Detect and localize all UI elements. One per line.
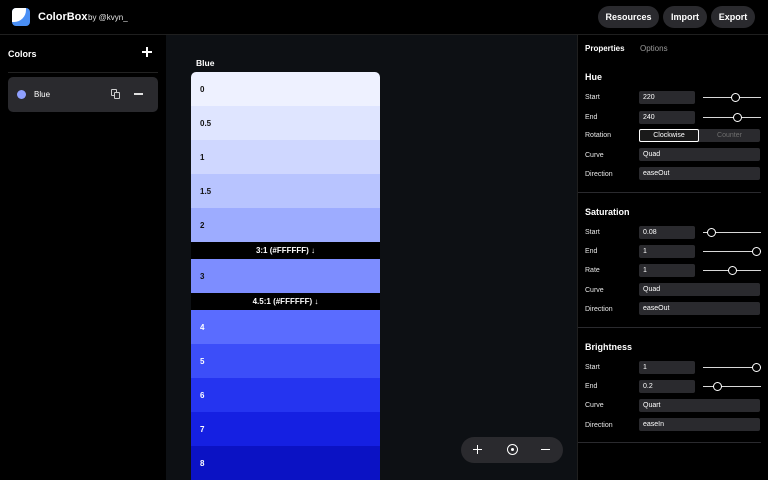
swatch-label: 0.5 [200,119,212,128]
swatch-1[interactable]: 1 [191,140,380,174]
recenter-icon[interactable] [507,444,518,455]
tab-properties[interactable]: Properties [585,44,625,53]
saturation-end-input[interactable]: 1 [639,245,695,258]
color-item-label: Blue [34,90,51,99]
swatch-label: 2 [200,221,205,230]
swatch-label: 3 [200,272,205,281]
section-divider [578,327,761,328]
brightness-end-slider[interactable] [703,386,761,388]
swatch-label: 5 [200,357,205,366]
brightness-start-label: Start [585,364,600,371]
add-color-icon[interactable] [141,46,153,58]
hue-curve-label: Curve [585,152,604,159]
top-bar: ColorBox by @kvyn_ Resources Import Expo… [0,0,768,35]
swatch-label: 1 [200,153,205,162]
saturation-rate-input[interactable]: 1 [639,264,695,277]
swatch-label: 8 [200,459,205,468]
saturation-start-label: Start [585,229,600,236]
hue-heading: Hue [585,72,603,82]
swatch-5[interactable]: 5 [191,344,380,378]
hue-end-label: End [585,114,598,121]
brightness-end-slider-knob[interactable] [712,382,722,391]
rotation-toggle: Clockwise Counter [639,129,760,142]
section-divider [578,442,761,443]
saturation-end-label: End [585,248,598,255]
saturation-start-slider-knob[interactable] [706,228,716,237]
brightness-curve-label: Curve [585,402,604,409]
hue-start-slider-knob[interactable] [731,93,741,102]
saturation-direction-select[interactable]: easeOut [639,302,760,315]
palette-title: Blue [196,58,215,68]
contrast-marker-4-5-1: 4.5:1 (#FFFFFF) ↓ [191,293,380,310]
contrast-marker-3-1: 3:1 (#FFFFFF) ↓ [191,242,380,259]
saturation-end-slider-knob[interactable] [752,247,761,256]
brightness-start-input[interactable]: 1 [639,361,695,374]
swatch-label: 6 [200,391,205,400]
hue-end-slider-knob[interactable] [732,113,742,122]
saturation-heading: Saturation [585,207,630,217]
hue-start-label: Start [585,94,600,101]
palette-canvas[interactable]: Blue 0 0.5 1 1.5 2 3:1 (#FFFFFF) ↓ 3 4.5… [166,35,577,480]
duplicate-icon[interactable] [111,89,121,100]
author-byline[interactable]: by @kvyn_ [88,13,128,22]
swatch-7[interactable]: 7 [191,412,380,446]
swatch-label: 0 [200,85,205,94]
brightness-end-label: End [585,383,598,390]
swatch-3[interactable]: 3 [191,259,380,293]
brightness-start-slider-knob[interactable] [752,363,761,372]
swatch-label: 7 [200,425,205,434]
color-swatch-dot [17,90,26,99]
hue-end-input[interactable]: 240 [639,111,695,124]
color-list-item-blue[interactable]: Blue [8,77,158,112]
swatch-6[interactable]: 6 [191,378,380,412]
zoom-in-icon[interactable] [470,442,486,458]
hue-direction-label: Direction [585,171,613,178]
zoom-controls [461,437,563,463]
remove-color-icon[interactable] [134,93,143,95]
swatch-label: 1.5 [200,187,212,196]
app-name: ColorBox [38,11,88,23]
brightness-heading: Brightness [585,342,633,352]
saturation-start-input[interactable]: 0.08 [639,226,695,239]
properties-panel: Properties Options Hue Start 220 End 240… [577,35,768,480]
section-divider [578,192,761,193]
palette-swatches: 0 0.5 1 1.5 2 3:1 (#FFFFFF) ↓ 3 4.5:1 (#… [191,72,380,480]
swatch-2[interactable]: 2 [191,208,380,242]
sidebar-divider [8,72,158,73]
hue-direction-select[interactable]: easeOut [639,167,760,180]
import-button[interactable]: Import [663,6,707,28]
hue-start-input[interactable]: 220 [639,91,695,104]
saturation-curve-select[interactable]: Quad [639,283,760,296]
swatch-0-5[interactable]: 0.5 [191,106,380,140]
swatch-0[interactable]: 0 [191,72,380,106]
zoom-out-icon[interactable] [538,442,554,458]
rotation-clockwise-option[interactable]: Clockwise [639,129,699,142]
brightness-curve-select[interactable]: Quart [639,399,760,412]
rotation-label: Rotation [585,132,612,139]
brightness-direction-label: Direction [585,422,613,429]
swatch-1-5[interactable]: 1.5 [191,174,380,208]
hue-curve-select[interactable]: Quad [639,148,760,161]
saturation-direction-label: Direction [585,306,613,313]
swatch-8[interactable]: 8 [191,446,380,480]
brightness-direction-select[interactable]: easeIn [639,418,760,431]
swatch-label: 4 [200,323,205,332]
colors-heading: Colors [8,49,37,59]
swatch-4[interactable]: 4 [191,310,380,344]
export-button[interactable]: Export [711,6,755,28]
saturation-rate-slider-knob[interactable] [727,266,737,275]
tab-options[interactable]: Options [640,44,668,53]
saturation-curve-label: Curve [585,287,604,294]
brightness-end-input[interactable]: 0.2 [639,380,695,393]
colorbox-logo-icon [12,8,30,26]
rotation-counter-option[interactable]: Counter [699,129,760,142]
colors-sidebar: Colors Blue [0,35,166,480]
saturation-rate-label: Rate [585,267,600,274]
resources-button[interactable]: Resources [598,6,659,28]
